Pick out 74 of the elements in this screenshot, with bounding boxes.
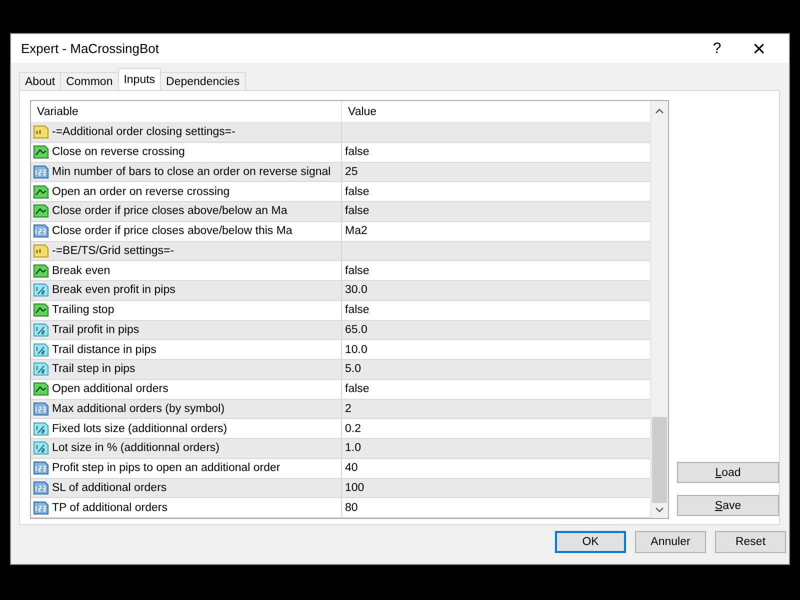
variable-name: Close on reverse crossing: [52, 146, 185, 158]
value-cell[interactable]: 65.0: [345, 324, 368, 336]
value-cell[interactable]: 5.0: [345, 363, 361, 376]
value-cell[interactable]: 2: [345, 402, 352, 415]
variable-name: Trail profit in pips: [52, 324, 140, 336]
variable-name: Max additional orders (by symbol): [52, 402, 225, 415]
tab[interactable]: Dependencies: [160, 72, 246, 90]
text-type-icon: [33, 125, 49, 140]
fraction-type-icon: [33, 362, 49, 376]
value-cell[interactable]: false: [345, 205, 370, 218]
value-cell[interactable]: 25: [345, 166, 358, 178]
fraction-type-icon: [33, 342, 49, 357]
scrollbar-thumb[interactable]: [652, 417, 667, 503]
value-cell[interactable]: 10.0: [345, 344, 368, 356]
integer-type-icon: [33, 461, 49, 476]
variable-name: Close order if price closes above/below this Ma: [52, 225, 292, 238]
variable-name: Lot size in % (additionnal orders): [52, 442, 220, 454]
column-header[interactable]: Value: [342, 101, 377, 122]
value-cell[interactable]: 40: [345, 462, 358, 474]
tab[interactable]: About: [19, 72, 62, 90]
variable-name: Min number of bars to close an order on reverse signal: [52, 166, 331, 178]
value-cell[interactable]: 1.0: [345, 442, 361, 454]
value-cell[interactable]: 30.0: [345, 284, 368, 296]
side-button[interactable]: Save: [677, 495, 779, 516]
integer-type-icon: [33, 164, 49, 179]
chart-type-icon: [33, 145, 49, 160]
dialog-button[interactable]: Reset: [715, 531, 786, 553]
variable-name: Trail distance in pips: [52, 344, 156, 356]
variable-name: Fixed lots size (additionnal orders): [52, 422, 228, 435]
value-cell[interactable]: 100: [345, 482, 364, 494]
variable-name: TP of additional orders: [52, 502, 168, 514]
integer-type-icon: [33, 500, 49, 515]
variable-name: Open an order on reverse crossing: [52, 186, 230, 198]
value-cell[interactable]: false: [345, 186, 370, 198]
text-type-icon: [33, 244, 49, 258]
dialog-button[interactable]: OK: [555, 531, 626, 553]
variable-name: Trail step in pips: [52, 363, 136, 376]
column-header[interactable]: Variable: [31, 101, 342, 122]
variable-name: Trailing stop: [52, 304, 114, 316]
integer-type-icon: [33, 402, 49, 416]
window-title: Expert - MaCrossingBot: [21, 41, 160, 56]
value-cell[interactable]: false: [345, 146, 370, 158]
chart-type-icon: [33, 382, 49, 396]
variable-name: Close order if price closes above/below an Ma: [52, 205, 288, 218]
scroll-down-icon[interactable]: [655, 507, 664, 513]
value-cell[interactable]: 80: [345, 502, 358, 514]
value-cell[interactable]: 0.2: [345, 422, 361, 435]
chart-type-icon: [33, 264, 49, 278]
integer-type-icon: [33, 480, 49, 495]
fraction-type-icon: [33, 283, 49, 298]
integer-type-icon: [33, 224, 49, 238]
chart-type-icon: [33, 204, 49, 218]
fraction-type-icon: [33, 422, 49, 436]
value-cell[interactable]: false: [345, 264, 370, 277]
variable-name: Profit step in pips to open an additional order: [52, 462, 280, 474]
value-cell[interactable]: false: [345, 304, 370, 316]
chart-type-icon: [33, 303, 49, 318]
side-button[interactable]: Load: [677, 462, 779, 483]
value-cell[interactable]: Ma2: [345, 225, 368, 238]
value-cell[interactable]: false: [345, 383, 370, 396]
variable-name: Open additional orders: [52, 383, 168, 396]
chart-type-icon: [33, 184, 49, 199]
fraction-type-icon: [33, 322, 49, 337]
tab[interactable]: Inputs: [118, 68, 162, 90]
dialog-button[interactable]: Annuler: [635, 531, 706, 553]
variable-name: SL of additional orders: [52, 482, 167, 494]
fraction-type-icon: [33, 441, 49, 456]
scroll-up-icon[interactable]: [655, 108, 664, 114]
variable-name: Break even: [52, 264, 110, 277]
help-button[interactable]: ?: [697, 40, 737, 57]
variable-name: -=Additional order closing settings=-: [52, 126, 236, 138]
variable-name: -=BE/TS/Grid settings=-: [52, 244, 174, 257]
close-button[interactable]: ×: [737, 36, 781, 62]
variable-name: Break even profit in pips: [52, 284, 176, 296]
